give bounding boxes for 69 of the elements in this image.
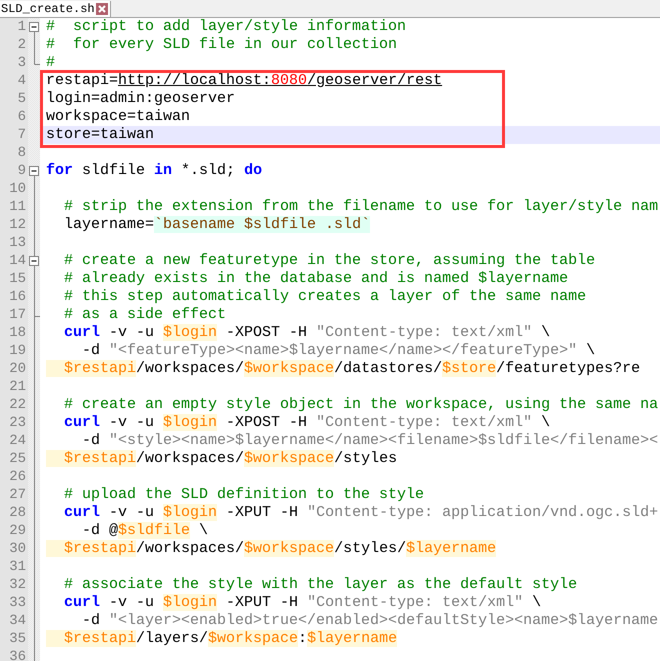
line-number: 5	[18, 90, 26, 108]
code-line: # as a side effect	[63, 306, 226, 323]
code-line: layername=`basename $sldfile .sld`	[63, 216, 370, 233]
code-line: login=admin:geoserver	[46, 90, 236, 107]
code-line: -d "<style><name>$layername</name><filename>$sldfile</filename><	[81, 432, 658, 449]
code-line: -d "<featureType><name>$layername</name></featureType>" \	[81, 342, 596, 359]
line-number: 36	[9, 648, 26, 661]
line-number: 15	[9, 270, 26, 288]
code-line: curl -v -u $login -XPUT -H "Content-type: text/xml" \	[63, 594, 542, 611]
collapse-icon[interactable]	[29, 166, 39, 176]
code-line: # for every SLD file in our collection	[46, 36, 398, 53]
code-line: # create a new featuretype in the store, assuming the table	[63, 252, 596, 269]
line-number: 29	[9, 522, 26, 540]
code-line: $restapi/workspaces/$workspace/styles	[46, 450, 398, 467]
code-line: -d "<layer><enabled>true</enabled><defaultStyle><name>$layername	[81, 612, 658, 629]
line-number: 3	[18, 54, 26, 72]
code-line: # upload the SLD definition to the style	[63, 486, 424, 503]
code-line: #	[46, 54, 56, 71]
line-number: 28	[9, 504, 26, 522]
file-tab[interactable]: SLD_create.sh	[0, 1, 111, 17]
code-line: workspace=taiwan	[46, 108, 190, 125]
line-number: 24	[9, 432, 26, 450]
line-number: 17	[9, 306, 26, 324]
code-line: curl -v -u $login -XPOST -H "Content-type: text/xml" \	[63, 324, 550, 341]
line-number: 9	[18, 162, 26, 180]
collapse-icon[interactable]	[29, 256, 39, 266]
code-line: curl -v -u $login -XPUT -H "Content-type: application/vnd.ogc.sld+	[63, 504, 658, 521]
collapse-icon[interactable]	[29, 22, 39, 32]
line-number: 22	[9, 396, 26, 414]
code-line: # this step automatically creates a layer of the same name	[63, 288, 586, 305]
line-number: 14	[9, 252, 26, 270]
line-number: 31	[9, 558, 26, 576]
line-number: 26	[9, 468, 26, 486]
line-number: 19	[9, 342, 26, 360]
code-line: for sldfile in *.sld; do	[46, 162, 262, 179]
line-number: 30	[9, 540, 26, 558]
line-number: 35	[9, 630, 26, 648]
code-line: # strip the extension from the filename to use for layer/style nam	[63, 198, 658, 215]
line-number: 34	[9, 612, 26, 630]
code-line: $restapi/layers/$workspace:$layername	[46, 630, 398, 647]
code-line: $restapi/workspaces/$workspace/datastores/$store/featuretypes?re	[46, 360, 640, 377]
line-number: 2	[18, 36, 26, 54]
line-number: 18	[9, 324, 26, 342]
line-number: 20	[9, 360, 26, 378]
line-number: 21	[9, 378, 26, 396]
close-icon[interactable]	[96, 3, 108, 15]
line-number: 16	[9, 288, 26, 306]
line-number: 11	[9, 198, 26, 216]
code-line: # script to add layer/style information	[46, 18, 406, 35]
line-number: 27	[9, 486, 26, 504]
line-number: 4	[18, 72, 26, 90]
line-number: 1	[18, 18, 26, 36]
code-line: # create an empty style object in the workspace, using the same na	[63, 396, 658, 413]
line-number: 33	[9, 594, 26, 612]
code-line: restapi=http://localhost:8080/geoserver/rest	[46, 72, 442, 89]
code-line: store=taiwan	[46, 126, 154, 143]
line-number: 6	[18, 108, 26, 126]
code-line: curl -v -u $login -XPOST -H "Content-type: text/xml" \	[63, 414, 550, 431]
code-line: # associate the style with the layer as the default style	[63, 576, 578, 593]
line-number: 32	[9, 576, 26, 594]
line-number: 8	[18, 144, 26, 162]
line-number: 13	[9, 234, 26, 252]
line-number: 25	[9, 450, 26, 468]
line-number: 12	[9, 216, 26, 234]
line-number: 7	[18, 126, 26, 144]
code-line: $restapi/workspaces/$workspace/styles/$layername	[46, 540, 496, 557]
code-line: # already exists in the database and is named $layername	[63, 270, 568, 287]
line-number: 10	[9, 180, 26, 198]
line-number: 23	[9, 414, 26, 432]
